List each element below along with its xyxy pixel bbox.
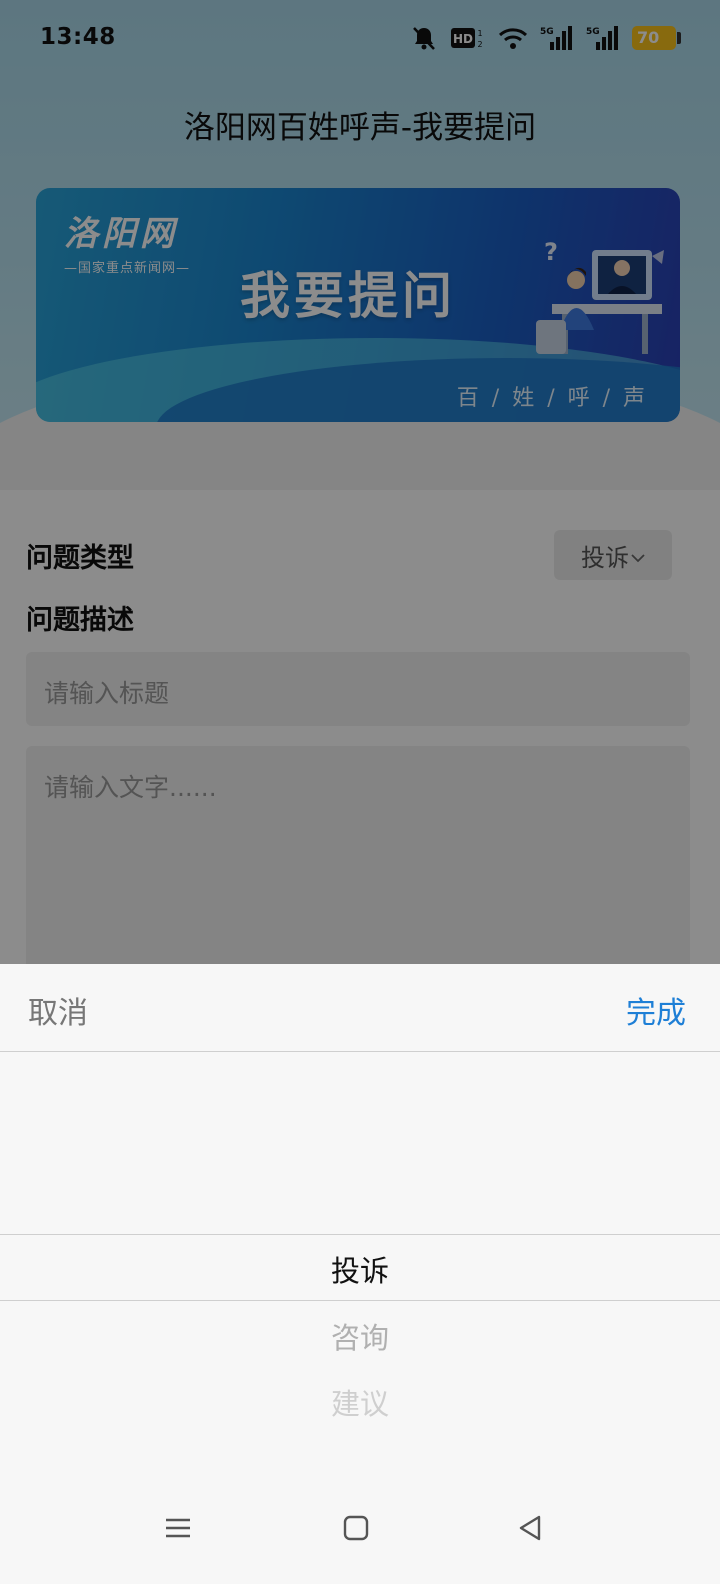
- done-button[interactable]: 完成: [626, 988, 686, 1032]
- back-icon[interactable]: [510, 1508, 550, 1548]
- picker-option[interactable]: 建议: [0, 1381, 720, 1423]
- picker-selection-bottom-line: [0, 1300, 720, 1301]
- navigation-bar: [0, 1490, 720, 1584]
- picker-selection-top-line: [0, 1234, 720, 1235]
- cancel-button[interactable]: 取消: [28, 988, 88, 1032]
- picker-toolbar: 取消 完成: [0, 964, 720, 1052]
- picker-option-selected[interactable]: 投诉: [0, 1248, 720, 1290]
- home-icon[interactable]: [336, 1508, 376, 1548]
- picker-option[interactable]: 咨询: [0, 1315, 720, 1357]
- menu-icon[interactable]: [158, 1508, 198, 1548]
